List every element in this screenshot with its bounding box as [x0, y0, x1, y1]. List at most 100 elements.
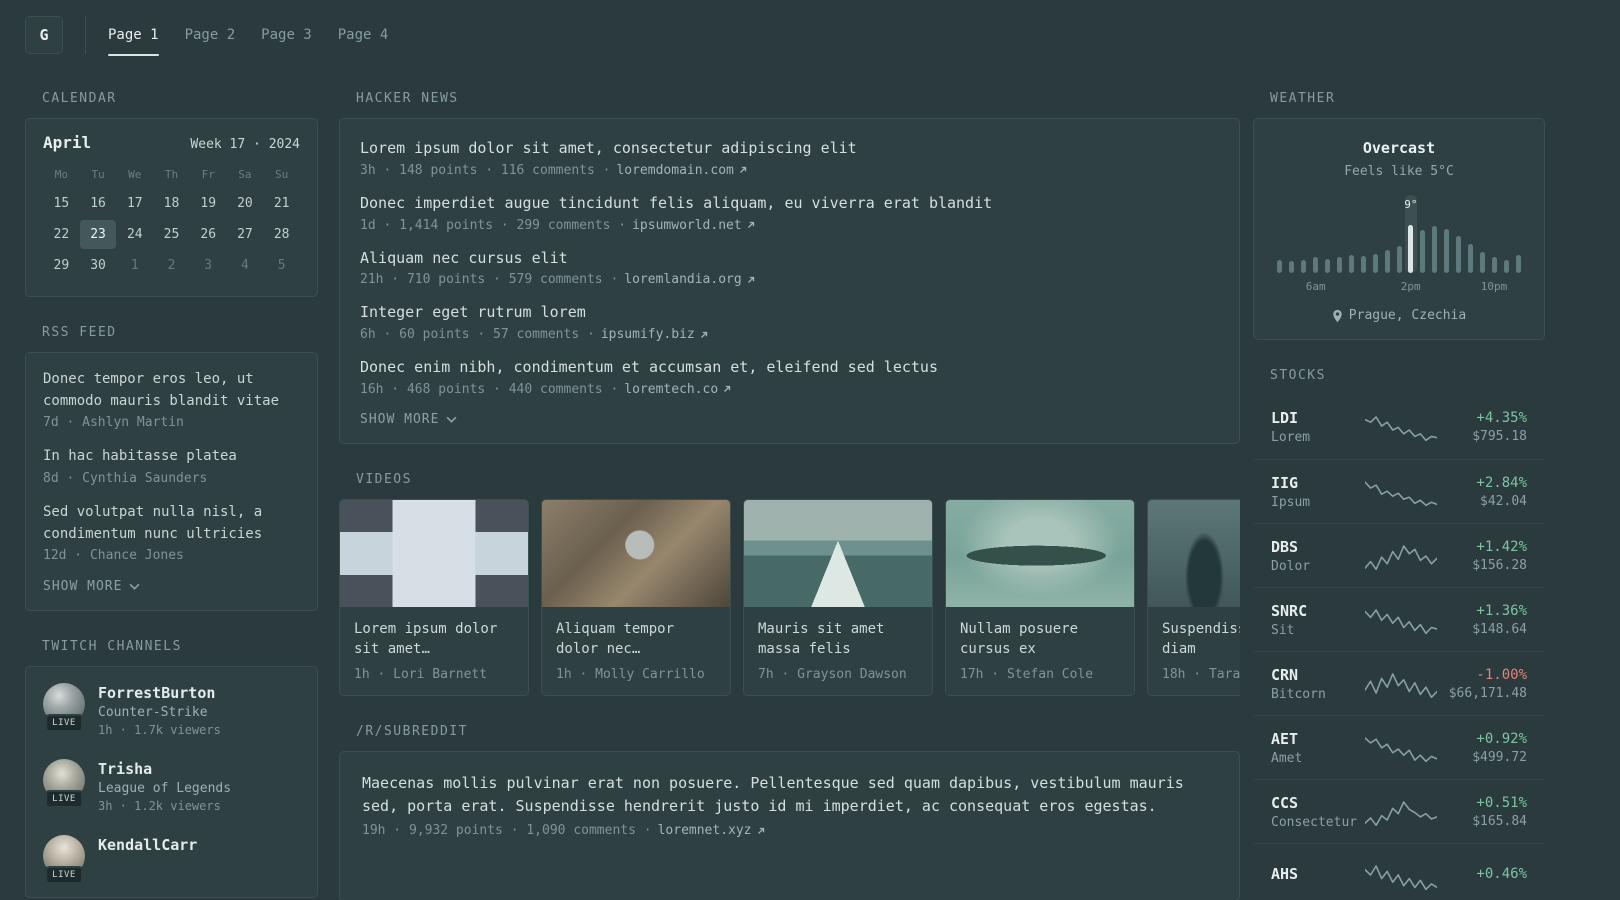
- hackernews-item-title[interactable]: Lorem ipsum dolor sit amet, consectetur …: [360, 138, 1219, 160]
- weather-axis-label: [1441, 280, 1453, 293]
- hackernews-show-more-button[interactable]: SHOW MORE: [360, 412, 457, 427]
- tab-page-1[interactable]: Page 1: [108, 0, 159, 70]
- weather-bar: [1357, 195, 1369, 273]
- weather-location-label: Prague, Czechia: [1348, 308, 1467, 323]
- hackernews-item-title[interactable]: Donec enim nibh, condimentum et accumsan…: [360, 357, 1219, 379]
- stock-name: Dolor: [1271, 558, 1311, 574]
- video-card[interactable]: Suspendisse magna diam 18h · Tara: [1147, 498, 1240, 697]
- twitch-channel[interactable]: LIVE Trisha League of Legends 3h · 1.2k …: [43, 759, 300, 813]
- weather-axis-label: [1452, 280, 1464, 293]
- hackernews-item-domain[interactable]: loremdomain.com: [616, 163, 747, 178]
- weather-axis-label: 2pm: [1400, 280, 1421, 293]
- stock-row[interactable]: SNRC Sit +1.36% $148.64: [1253, 587, 1545, 651]
- video-title: Suspendisse magna diam: [1162, 620, 1240, 658]
- weather-widget-title: WEATHER: [1270, 91, 1336, 106]
- stock-price: $156.28: [1472, 557, 1527, 573]
- calendar-day-header: Su: [275, 168, 289, 181]
- hackernews-item-meta: 21h · 710 points · 579 comments · loreml…: [360, 272, 1219, 287]
- tab-page-3[interactable]: Page 3: [261, 0, 312, 70]
- stock-row[interactable]: CCS Consectetur +0.51% $165.84: [1253, 779, 1545, 843]
- twitch-channel[interactable]: LIVE ForrestBurton Counter-Strike 1h · 1…: [43, 683, 300, 737]
- videos-strip[interactable]: Lorem ipsum dolor sit amet consectetu… 1…: [339, 498, 1240, 697]
- video-meta: 1h · Molly Carrillo: [556, 667, 705, 683]
- external-link-icon: [739, 167, 747, 174]
- rss-show-more-button[interactable]: SHOW MORE: [43, 579, 140, 594]
- hackernews-item-stats: 6h · 60 points · 57 comments ·: [360, 327, 595, 342]
- calendar-date: 19: [200, 196, 217, 211]
- rss-item-title[interactable]: Sed volutpat nulla nisl, a condimentum n…: [43, 502, 300, 545]
- twitch-channel-name: KendallCarr: [98, 836, 198, 855]
- rss-item-title[interactable]: Donec tempor eros leo, ut commodo mauris…: [43, 369, 300, 412]
- hackernews-item-domain[interactable]: ipsumify.biz: [601, 327, 709, 342]
- hackernews-item-title[interactable]: Donec imperdiet augue tincidunt felis al…: [360, 193, 1219, 215]
- chevron-down-icon: [446, 416, 457, 423]
- stock-row[interactable]: IIG Ipsum +2.84% $42.04: [1253, 459, 1545, 523]
- video-card[interactable]: Nullam posuere cursus ex 17h · Stefan Co…: [945, 498, 1135, 697]
- weather-axis-label: 10pm: [1480, 280, 1508, 293]
- stock-identity: AET Amet: [1271, 730, 1359, 766]
- external-link-icon: [757, 827, 764, 834]
- stocks-list: LDI Lorem +4.35% $795.18 IIG Ipsum +2.84…: [1253, 395, 1545, 900]
- video-card[interactable]: Aliquam tempor dolor nec pharetra… 1h · …: [541, 498, 731, 697]
- calendar-date: 28: [273, 227, 290, 242]
- twitch-channel-meta: 1h · 1.7k viewers: [98, 723, 221, 738]
- hackernews-widget-title: HACKER NEWS: [356, 91, 459, 106]
- stock-ticker: AET: [1271, 729, 1299, 748]
- weather-axis-label: [1286, 280, 1298, 293]
- video-card[interactable]: Mauris sit amet massa felis 7h · Grayson…: [743, 498, 933, 697]
- tab-page-4[interactable]: Page 4: [338, 0, 389, 70]
- subreddit-post-title[interactable]: Maecenas mollis pulvinar erat non posuer…: [362, 772, 1217, 817]
- twitch-channel[interactable]: LIVE KendallCarr: [43, 835, 300, 885]
- stock-change: +1.42%: [1476, 538, 1527, 555]
- weather-condition: Overcast: [1362, 139, 1436, 157]
- stock-ticker: LDI: [1271, 409, 1299, 427]
- rss-item: In hac habitasse platea 8d · Cynthia Sau…: [43, 446, 300, 486]
- calendar-month: April: [43, 133, 92, 152]
- app-logo: G: [25, 16, 63, 54]
- hackernews-item-meta: 6h · 60 points · 57 comments · ipsumify.…: [360, 327, 1219, 342]
- calendar-day-header: Fr: [201, 168, 215, 181]
- twitch-channel-game: League of Legends: [98, 781, 232, 797]
- calendar-week-label: Week 17 · 2024: [190, 137, 300, 152]
- weather-bar: [1381, 195, 1393, 273]
- show-more-label: SHOW MORE: [360, 411, 440, 427]
- weather-bar: [1334, 195, 1346, 273]
- stock-values: +0.46%: [1445, 866, 1527, 885]
- stock-values: +4.35% $795.18: [1445, 410, 1527, 444]
- subreddit-widget: /R/SUBREDDIT Maecenas mollis pulvinar er…: [339, 724, 1240, 900]
- hackernews-item: Integer eget rutrum lorem 6h · 60 points…: [360, 302, 1219, 342]
- domain-label: ipsumworld.net: [632, 217, 742, 233]
- stock-identity: LDI Lorem: [1271, 409, 1359, 445]
- hackernews-item-domain[interactable]: loremlandia.org: [624, 272, 755, 287]
- video-thumbnail: [340, 499, 528, 607]
- hackernews-item-title[interactable]: Integer eget rutrum lorem: [360, 302, 1219, 324]
- hackernews-item-title[interactable]: Aliquam nec cursus elit: [360, 248, 1219, 270]
- stock-row[interactable]: AHS +0.46%: [1253, 843, 1545, 900]
- weather-axis-label: [1322, 280, 1334, 293]
- page-tabs: Page 1 Page 2 Page 3 Page 4: [108, 0, 388, 70]
- subreddit-post-domain[interactable]: loremnet.xyz: [658, 823, 766, 838]
- weather-bar: [1286, 195, 1298, 273]
- stock-row[interactable]: LDI Lorem +4.35% $795.18: [1253, 395, 1545, 459]
- video-card-body: Mauris sit amet massa felis 7h · Grayson…: [744, 607, 932, 696]
- rss-item: Sed volutpat nulla nisl, a condimentum n…: [43, 502, 300, 563]
- external-link-icon: [747, 221, 754, 228]
- stock-row[interactable]: DBS Dolor +1.42% $156.28: [1253, 523, 1545, 587]
- weather-bar: [1476, 195, 1488, 273]
- tab-page-2[interactable]: Page 2: [185, 0, 236, 70]
- stock-ticker: IIG: [1271, 473, 1299, 492]
- rss-item-title[interactable]: In hac habitasse platea: [43, 446, 300, 468]
- videos-widget: VIDEOS Lorem ipsum dolor sit amet consec…: [339, 472, 1240, 697]
- stock-row[interactable]: CRN Bitcorn -1.00% $66,171.48: [1253, 651, 1545, 715]
- weather-bar: [1393, 195, 1405, 273]
- calendar-date: 30: [90, 258, 106, 273]
- subreddit-post-stats: 19h · 9,932 points · 1,090 comments ·: [362, 823, 652, 839]
- domain-label: loremtech.co: [624, 381, 719, 397]
- video-card[interactable]: Lorem ipsum dolor sit amet consectetu… 1…: [339, 498, 529, 697]
- hackernews-item-domain[interactable]: ipsumworld.net: [632, 218, 756, 233]
- stock-row[interactable]: AET Amet +0.92% $499.72: [1253, 715, 1545, 779]
- calendar-header: April Week 17 · 2024: [43, 133, 300, 152]
- hackernews-item-domain[interactable]: loremtech.co: [624, 382, 732, 397]
- stock-change: +1.36%: [1476, 602, 1527, 619]
- stock-ticker: SNRC: [1271, 601, 1308, 620]
